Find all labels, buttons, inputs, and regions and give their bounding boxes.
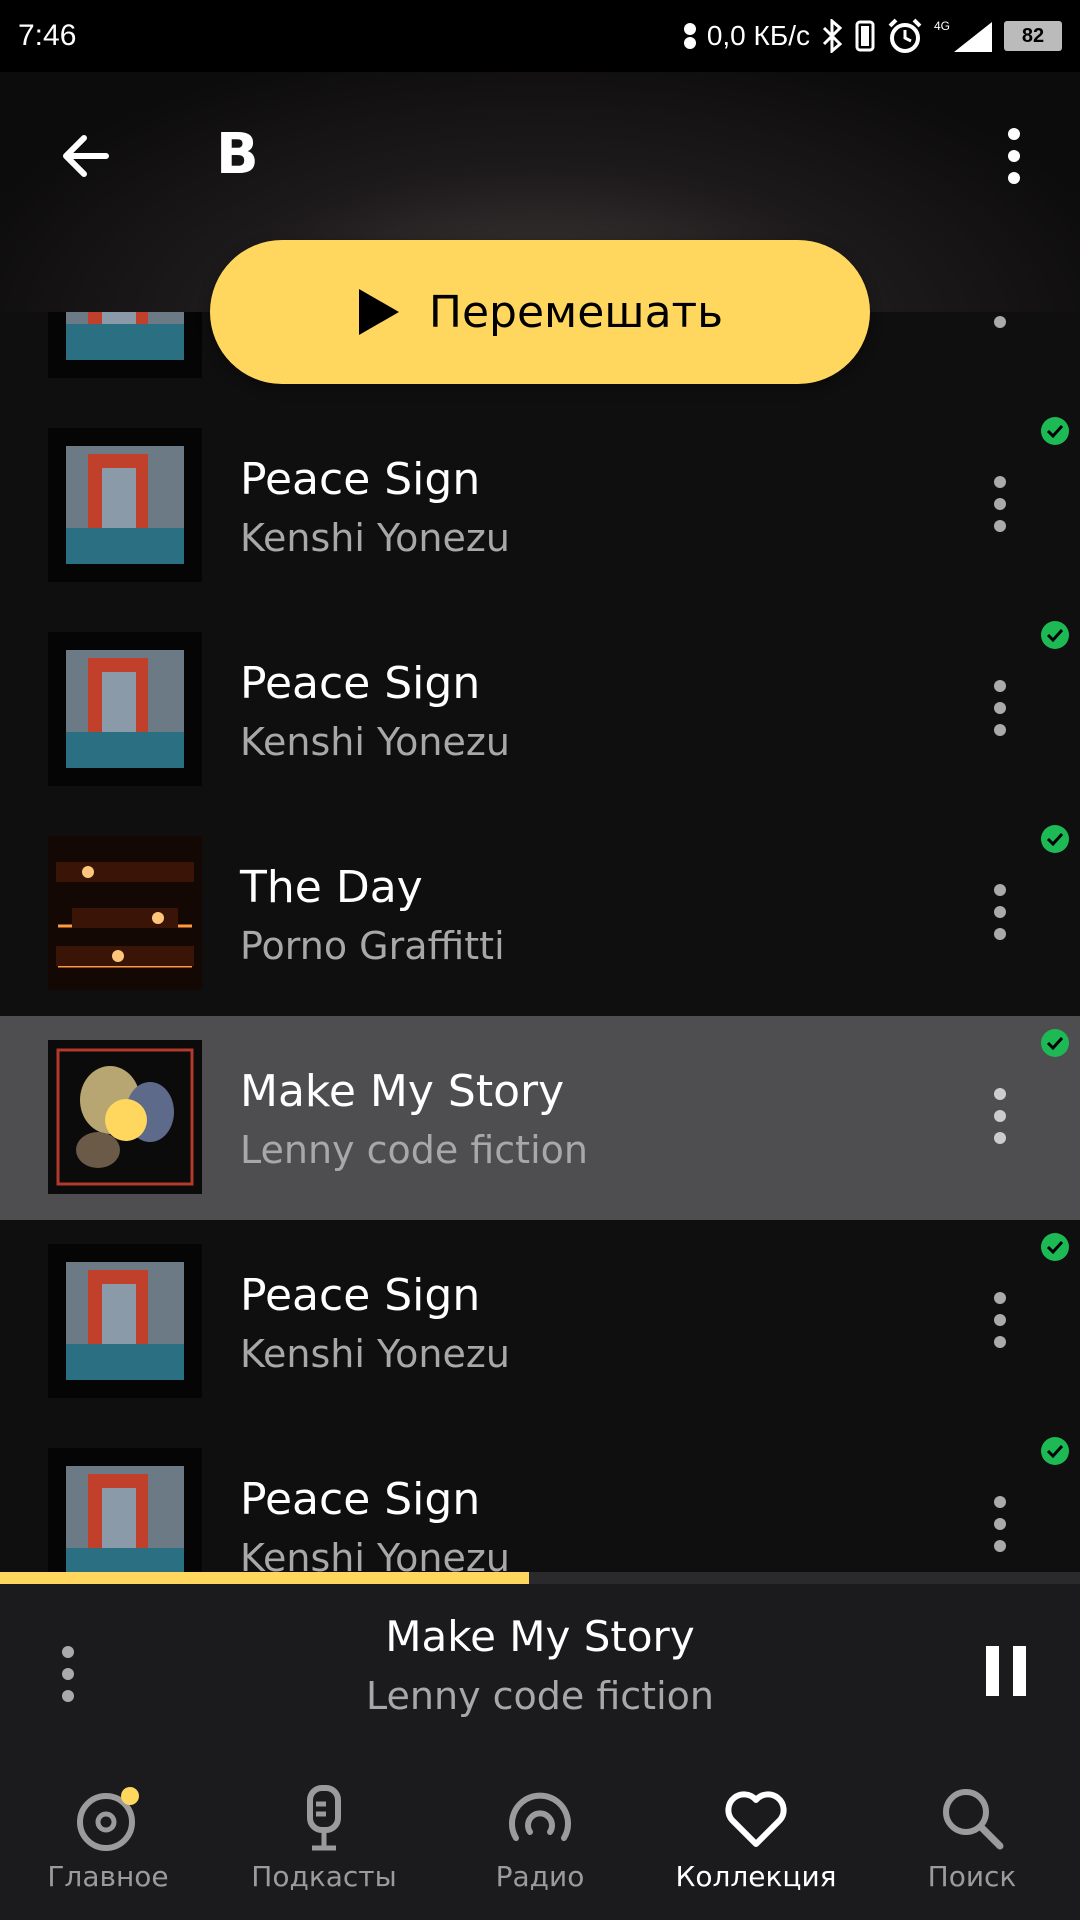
mini-player[interactable]: Make My Story Lenny code fiction xyxy=(0,1584,1080,1758)
track-row[interactable]: Peace Sign Kenshi Yonezu xyxy=(0,404,1080,608)
radio-icon xyxy=(509,1792,571,1841)
track-more-icon[interactable] xyxy=(990,1494,1010,1554)
home-disc-icon xyxy=(77,1787,139,1851)
track-title: Peace Sign xyxy=(240,454,481,505)
tab-label: Радио xyxy=(495,1860,585,1893)
status-bar: 7:46 0,0 КБ/с 4G 82 xyxy=(0,0,1080,72)
album-cover xyxy=(48,1244,202,1398)
downloaded-check-icon xyxy=(1041,417,1069,445)
track-artist: Kenshi Yonezu xyxy=(240,1536,510,1572)
track-artist: Porno Graffitti xyxy=(240,924,505,968)
search-icon xyxy=(943,1789,1004,1850)
network-type: 4G xyxy=(934,19,950,33)
track-more-icon[interactable] xyxy=(990,474,1010,534)
track-more-icon[interactable] xyxy=(990,1086,1010,1146)
tab-home[interactable]: Главное xyxy=(0,1758,216,1920)
status-icons: 0,0 КБ/с 4G 82 xyxy=(683,17,1062,55)
tab-label: Подкасты xyxy=(251,1860,397,1893)
track-artist: Kenshi Yonezu xyxy=(240,1332,510,1376)
album-cover xyxy=(48,312,202,378)
track-title: Peace Sign xyxy=(240,1474,481,1525)
track-title: The Day xyxy=(240,862,423,913)
downloaded-check-icon xyxy=(1041,825,1069,853)
tab-label: Поиск xyxy=(927,1860,1017,1893)
track-list[interactable]: Peace Sign Kenshi Yonezu Peace Sign Kens… xyxy=(0,312,1080,1572)
track-title: Make My Story xyxy=(240,1066,565,1117)
track-artist: Lenny code fiction xyxy=(240,1128,588,1172)
track-title: Peace Sign xyxy=(240,1270,481,1321)
page-title: B xyxy=(216,122,259,187)
notification-dots-icon xyxy=(683,22,697,50)
status-time: 7:46 xyxy=(18,19,77,52)
downloaded-check-icon xyxy=(1041,621,1069,649)
battery-indicator: 82 xyxy=(1004,21,1062,51)
playback-progress-bar[interactable] xyxy=(0,1572,1080,1584)
vibrate-icon xyxy=(854,19,876,53)
track-more-icon[interactable] xyxy=(990,312,1010,330)
shuffle-button[interactable]: Перемешать xyxy=(210,240,870,384)
tab-search[interactable]: Поиск xyxy=(864,1758,1080,1920)
player-track-title: Make My Story xyxy=(385,1612,695,1661)
track-row[interactable]: Peace Sign Kenshi Yonezu xyxy=(0,1424,1080,1572)
signal-icon: 4G xyxy=(934,18,994,54)
tab-label: Главное xyxy=(47,1860,169,1893)
shuffle-label: Перемешать xyxy=(428,286,724,338)
track-artist: Kenshi Yonezu xyxy=(240,720,510,764)
heart-icon xyxy=(725,1791,787,1847)
downloaded-check-icon xyxy=(1041,1233,1069,1261)
track-more-icon[interactable] xyxy=(990,678,1010,738)
album-cover xyxy=(48,1448,202,1572)
downloaded-check-icon xyxy=(1041,1437,1069,1465)
tab-label: Коллекция xyxy=(675,1860,837,1893)
microphone-icon xyxy=(307,1785,341,1851)
bottom-navigation: Главное Подкасты Радио Коллекция Поиск xyxy=(0,1758,1080,1920)
track-row-playing[interactable]: Make My Story Lenny code fiction xyxy=(0,1016,1080,1220)
track-row[interactable]: The Day Porno Graffitti xyxy=(0,812,1080,1016)
track-row[interactable]: Peace Sign Kenshi Yonezu xyxy=(0,608,1080,812)
album-cover xyxy=(48,428,202,582)
back-arrow-icon[interactable] xyxy=(56,126,116,186)
album-cover xyxy=(48,836,202,990)
album-cover xyxy=(48,632,202,786)
pause-icon[interactable] xyxy=(984,1644,1028,1698)
tab-radio[interactable]: Радио xyxy=(432,1758,648,1920)
alarm-icon xyxy=(886,17,924,55)
bluetooth-icon xyxy=(820,19,844,53)
track-row[interactable]: Peace Sign Kenshi Yonezu xyxy=(0,1220,1080,1424)
track-more-icon[interactable] xyxy=(990,1290,1010,1350)
track-more-icon[interactable] xyxy=(990,882,1010,942)
play-icon xyxy=(358,289,399,335)
more-options-icon[interactable] xyxy=(1000,126,1028,186)
player-track-artist: Lenny code fiction xyxy=(366,1674,714,1718)
downloaded-check-icon xyxy=(1041,1029,1069,1057)
tab-podcasts[interactable]: Подкасты xyxy=(216,1758,432,1920)
track-title: Peace Sign xyxy=(240,658,481,709)
now-playing-indicator-icon xyxy=(105,1099,147,1141)
tab-collection[interactable]: Коллекция xyxy=(648,1758,864,1920)
track-artist: Kenshi Yonezu xyxy=(240,516,510,560)
playback-progress-fill xyxy=(0,1572,530,1584)
network-speed: 0,0 КБ/с xyxy=(706,20,810,51)
